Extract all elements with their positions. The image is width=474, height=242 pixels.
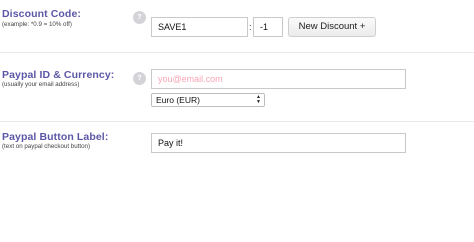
currency-select[interactable]: Euro (EUR) ▲ ▼ — [151, 93, 265, 107]
paypal-email-input[interactable] — [151, 69, 406, 89]
currency-selected-value: Euro (EUR) — [156, 95, 200, 105]
discount-amount-input[interactable] — [253, 17, 283, 37]
discount-code-hint: (example: *0.9 = 10% off) — [2, 21, 72, 28]
divider — [0, 52, 474, 53]
paypal-button-label-input[interactable] — [151, 133, 406, 153]
paypal-button-label-label: Paypal Button Label: — [2, 131, 109, 143]
select-arrows-icon: ▲ ▼ — [256, 94, 261, 105]
discount-code-label: Discount Code: — [2, 8, 81, 20]
discount-code-input[interactable] — [151, 17, 248, 37]
paypal-id-label: Paypal ID & Currency: — [2, 69, 115, 81]
discount-help-icon[interactable]: ? — [133, 11, 146, 24]
discount-separator: : — [249, 22, 252, 32]
paypal-help-icon[interactable]: ? — [133, 72, 146, 85]
paypal-button-label-hint: (text on paypal checkout button) — [2, 143, 91, 150]
divider — [0, 121, 474, 122]
paypal-id-hint: (usually your email address) — [2, 81, 80, 88]
new-discount-button[interactable]: New Discount + — [288, 17, 376, 37]
